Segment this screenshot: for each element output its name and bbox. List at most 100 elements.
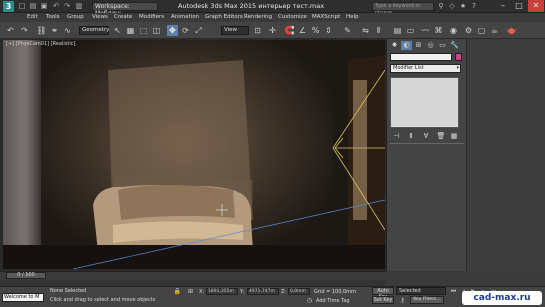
rendered-frame-window-icon[interactable]: ▢ bbox=[476, 25, 487, 36]
go-to-start-icon[interactable]: ⏮ bbox=[449, 288, 458, 295]
menu-help[interactable]: Help bbox=[346, 13, 359, 22]
communication-icon[interactable]: ★ bbox=[458, 2, 468, 11]
render-production-icon[interactable]: ☕ bbox=[489, 25, 500, 36]
save-file-icon[interactable]: ▣ bbox=[39, 2, 49, 11]
minimize-button[interactable]: – bbox=[495, 0, 511, 12]
x-coordinate-field[interactable]: 1891,355m bbox=[206, 288, 238, 295]
layer-manager-icon[interactable]: ▤ bbox=[392, 25, 403, 36]
prompt-line: Click and drag to select and move object… bbox=[50, 297, 156, 303]
maxscript-listener[interactable]: Welcome to M bbox=[2, 293, 44, 302]
window-crossing-icon[interactable]: ◫ bbox=[151, 25, 162, 36]
redo-icon[interactable]: ↷ bbox=[19, 25, 30, 36]
select-by-name-icon[interactable]: ▦ bbox=[125, 25, 136, 36]
undo-icon[interactable]: ↶ bbox=[51, 2, 61, 11]
z-coordinate-field[interactable]: 0,0mm bbox=[288, 288, 310, 295]
subscription-icon[interactable]: ◇ bbox=[447, 2, 457, 11]
select-and-move-icon[interactable]: ✥ bbox=[167, 25, 178, 36]
remove-modifier-icon[interactable]: 🗑 bbox=[436, 132, 446, 140]
key-filters-button[interactable]: Key Filters... bbox=[410, 296, 444, 304]
menu-tools[interactable]: Tools bbox=[46, 13, 60, 22]
make-unique-icon[interactable]: ∀ bbox=[421, 132, 431, 140]
reference-coordinate-dropdown[interactable]: View bbox=[221, 26, 249, 35]
menu-maxscript[interactable]: MAXScript bbox=[312, 13, 340, 22]
new-file-icon[interactable]: □ bbox=[17, 2, 27, 11]
search-input[interactable]: Type a keyword or phrase bbox=[372, 2, 434, 16]
select-and-scale-icon[interactable]: ⤢ bbox=[193, 25, 204, 36]
modifier-stack[interactable] bbox=[390, 77, 459, 128]
schematic-view-icon[interactable]: ⌘ bbox=[433, 25, 444, 36]
binoculars-icon[interactable]: ⚲ bbox=[436, 2, 446, 11]
time-slider[interactable] bbox=[0, 271, 386, 280]
menu-modifiers[interactable]: Modifiers bbox=[139, 13, 164, 22]
perspective-viewport[interactable] bbox=[3, 40, 385, 269]
teapot-icon[interactable]: 🫖 bbox=[506, 25, 517, 36]
create-tab-icon[interactable]: ✸ bbox=[389, 41, 400, 50]
display-tab-icon[interactable]: ▭ bbox=[437, 41, 448, 50]
hold-icon[interactable]: ▥ bbox=[74, 2, 84, 11]
spinner-snap-icon[interactable]: ⇕ bbox=[323, 25, 334, 36]
pivot-center-icon[interactable]: ⊡ bbox=[252, 25, 263, 36]
redo-icon[interactable]: ↷ bbox=[62, 2, 72, 11]
chevron-down-icon: ▾ bbox=[456, 65, 459, 71]
key-selection-dropdown[interactable]: Selected bbox=[396, 287, 446, 295]
viewport-label[interactable]: [+] [PhysCam01] [Realistic] bbox=[6, 41, 75, 47]
manipulate-icon[interactable]: ✛ bbox=[267, 25, 278, 36]
open-file-icon[interactable]: ▤ bbox=[28, 2, 38, 11]
show-end-result-icon[interactable]: Ⅱ bbox=[406, 132, 416, 140]
menu-rendering[interactable]: Rendering bbox=[244, 13, 272, 22]
menu-customize[interactable]: Customize bbox=[278, 13, 307, 22]
select-and-rotate-icon[interactable]: ⟳ bbox=[180, 25, 191, 36]
render-setup-icon[interactable]: ⚙ bbox=[463, 25, 474, 36]
command-panel bbox=[386, 39, 466, 271]
modify-tab-icon[interactable]: ◐ bbox=[401, 41, 412, 50]
z-label: Z: bbox=[281, 289, 287, 295]
menu-edit[interactable]: Edit bbox=[27, 13, 38, 22]
named-selection-icon[interactable]: ✎ bbox=[342, 25, 353, 36]
percent-snap-icon[interactable]: % bbox=[310, 25, 321, 36]
grid-size: Grid = 100,0mm bbox=[314, 289, 356, 295]
curve-editor-icon[interactable]: 〰 bbox=[420, 25, 431, 36]
motion-tab-icon[interactable]: ◎ bbox=[425, 41, 436, 50]
align-icon[interactable]: ⫴ bbox=[373, 25, 384, 36]
graphite-toggle-icon[interactable]: ▭ bbox=[405, 25, 416, 36]
material-editor-icon[interactable]: ◉ bbox=[448, 25, 459, 36]
utilities-tab-icon[interactable]: 🔧 bbox=[449, 41, 460, 50]
close-button[interactable]: ✕ bbox=[528, 0, 544, 12]
auto-key-button[interactable]: Auto Key bbox=[372, 287, 394, 300]
bind-spacewarp-icon[interactable]: ∿ bbox=[62, 25, 73, 36]
set-key-icon[interactable]: ⚷ bbox=[398, 297, 407, 304]
select-link-icon[interactable]: ⛓ bbox=[36, 25, 47, 36]
time-tag-icon[interactable]: ◷ bbox=[305, 297, 314, 304]
snaps-toggle-icon[interactable]: 🧲 bbox=[284, 25, 295, 36]
select-object-icon[interactable]: ↖ bbox=[112, 25, 123, 36]
object-name-field[interactable] bbox=[390, 53, 452, 61]
watermark-logo: cad-max.ru bbox=[462, 291, 542, 305]
help-icon[interactable]: ? bbox=[469, 2, 479, 11]
unlink-icon[interactable]: ⚭ bbox=[49, 25, 60, 36]
configure-sets-icon[interactable]: ▦ bbox=[449, 132, 459, 140]
add-time-tag[interactable]: Add Time Tag bbox=[316, 298, 350, 304]
menu-create[interactable]: Create bbox=[114, 13, 132, 22]
menu-bar: Edit Tools Group Views Create Modifiers … bbox=[0, 13, 545, 22]
pin-stack-icon[interactable]: ⊣ bbox=[391, 132, 401, 140]
app-logo-icon[interactable]: 3 bbox=[3, 1, 14, 12]
angle-snap-icon[interactable]: ∠ bbox=[297, 25, 308, 36]
y-coordinate-field[interactable]: 4971,747m bbox=[247, 288, 279, 295]
rectangular-selection-icon[interactable]: ⬚ bbox=[138, 25, 149, 36]
time-slider-knob[interactable]: 0 / 100 bbox=[6, 272, 46, 279]
selection-filter-dropdown[interactable]: Geometry bbox=[79, 26, 109, 35]
object-color-swatch[interactable] bbox=[455, 53, 462, 61]
absolute-mode-icon[interactable]: ⊞ bbox=[186, 288, 195, 295]
mirror-icon[interactable]: ⇋ bbox=[360, 25, 371, 36]
modifier-list-dropdown[interactable]: Modifier List ▾ bbox=[390, 64, 461, 73]
lock-selection-icon[interactable]: 🔒 bbox=[173, 288, 182, 295]
undo-icon[interactable]: ↶ bbox=[5, 25, 16, 36]
set-key-button[interactable]: Set Key bbox=[372, 296, 394, 304]
menu-views[interactable]: Views bbox=[92, 13, 108, 22]
maximize-button[interactable]: □ bbox=[511, 0, 527, 12]
menu-animation[interactable]: Animation bbox=[171, 13, 199, 22]
hierarchy-tab-icon[interactable]: ⊞ bbox=[413, 41, 424, 50]
menu-group[interactable]: Group bbox=[67, 13, 84, 22]
workspace-dropdown[interactable]: Workspace: Меблинь bbox=[92, 2, 158, 17]
menu-graph-editors[interactable]: Graph Editors bbox=[205, 13, 243, 22]
